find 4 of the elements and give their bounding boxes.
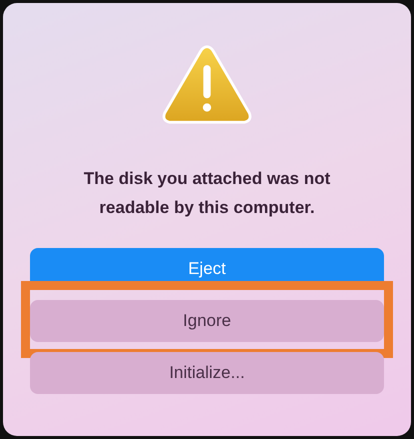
dialog-button[interactable]: Initialize...	[30, 352, 384, 394]
dialog-button[interactable]: Ignore	[30, 300, 384, 342]
warning-icon	[161, 43, 253, 126]
alert-message: The disk you attached was not readable by this computer.	[82, 168, 332, 219]
